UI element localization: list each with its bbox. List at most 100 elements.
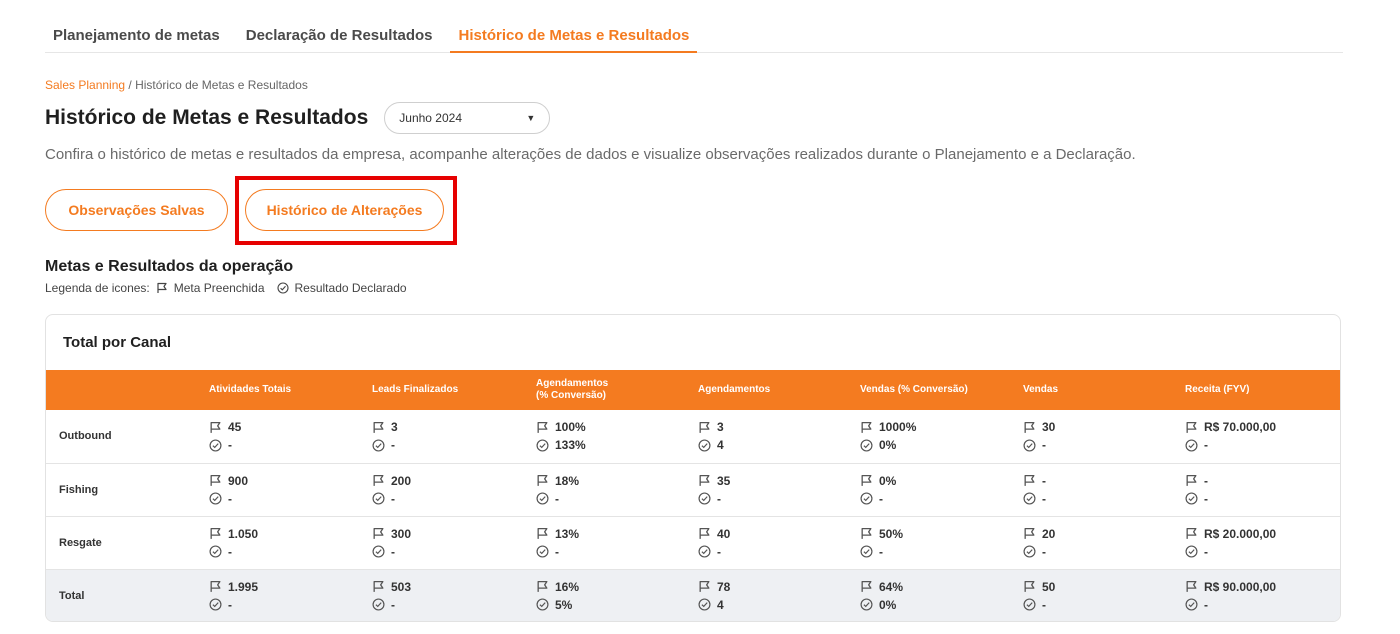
tab-declaracao[interactable]: Declaração de Resultados	[238, 26, 441, 53]
resultado-value: -	[879, 544, 883, 559]
meta-line: 30	[1023, 418, 1171, 436]
column-header: Atividades Totais	[209, 384, 292, 395]
table-cell: 200 -	[358, 463, 522, 516]
resultado-value: -	[1042, 491, 1046, 506]
meta-line: 503	[372, 578, 522, 596]
legend-meta: Meta Preenchida	[173, 281, 265, 295]
resultado-line: 5%	[536, 596, 684, 614]
table-cell: 35 -	[684, 463, 846, 516]
meta-line: 16%	[536, 578, 684, 596]
table-cell: 0% -	[846, 463, 1009, 516]
meta-value: 1.050	[228, 526, 259, 541]
check-circle-icon	[1023, 545, 1036, 558]
flag-icon	[699, 527, 710, 539]
meta-line: 200	[372, 472, 522, 490]
meta-line: 40	[698, 525, 846, 543]
table-cell: 16% 5%	[522, 569, 684, 621]
flag-icon	[861, 474, 872, 486]
table-cell: 50 -	[1009, 569, 1171, 621]
table-cell: 78 4	[684, 569, 846, 621]
resultado-value: -	[717, 544, 721, 559]
flag-icon	[210, 474, 221, 486]
historico-alteracoes-button[interactable]: Histórico de Alterações	[245, 189, 444, 231]
check-circle-icon	[372, 492, 385, 505]
check-circle-icon	[209, 492, 222, 505]
resultado-value: -	[228, 438, 232, 453]
meta-line: 1000%	[860, 418, 1009, 436]
check-circle-icon	[276, 282, 289, 294]
meta-value: 20	[1042, 526, 1056, 541]
check-circle-icon	[536, 492, 549, 505]
flag-icon	[157, 282, 167, 293]
table-cell: 40 -	[684, 516, 846, 569]
meta-value: -	[1042, 473, 1046, 488]
column-header: Vendas (% Conversão)	[860, 384, 968, 395]
meta-value: R$ 20.000,00	[1204, 526, 1277, 541]
resultado-line: -	[698, 543, 846, 561]
row-label: Outbound	[59, 430, 112, 443]
check-circle-icon	[1185, 492, 1198, 505]
resultado-line: 4	[698, 436, 846, 454]
resultado-line: 133%	[536, 436, 684, 454]
check-circle-icon	[209, 545, 222, 558]
resultado-value: -	[1204, 491, 1208, 506]
resultado-line: -	[536, 490, 684, 508]
column-header: Receita (FYV)	[1185, 384, 1250, 395]
flag-icon	[373, 527, 384, 539]
resultado-line: -	[209, 490, 358, 508]
observacoes-salvas-button[interactable]: Observações Salvas	[45, 189, 228, 231]
flag-icon	[1186, 421, 1197, 433]
table-row: Fishing 900-200-18% -35-0% - - - - -	[46, 463, 1340, 516]
flag-icon	[210, 527, 221, 539]
meta-line: 20	[1023, 525, 1171, 543]
flag-icon	[1186, 527, 1197, 539]
resultado-line: -	[536, 543, 684, 561]
resultado-line: -	[1185, 596, 1340, 614]
flag-icon	[210, 581, 221, 593]
table-cell: 1.995 -	[195, 569, 358, 621]
meta-value: 900	[228, 473, 249, 488]
meta-value: 3	[717, 420, 724, 435]
table-cell: 300 -	[358, 516, 522, 569]
row-label: Resgate	[59, 536, 102, 549]
flag-icon	[861, 421, 872, 433]
meta-value: 50%	[879, 526, 904, 541]
table-cell: --	[1171, 463, 1340, 516]
resultado-value: 0%	[879, 597, 897, 612]
tab-bar: Planejamento de metas Declaração de Resu…	[45, 26, 1343, 53]
flag-icon	[1024, 527, 1035, 539]
month-select[interactable]: Junho 2024 ▼	[384, 102, 551, 134]
resultado-line: -	[209, 543, 358, 561]
check-circle-icon	[860, 598, 873, 611]
table-cell: --	[1009, 463, 1171, 516]
resultado-value: -	[1042, 438, 1046, 453]
tab-planejamento[interactable]: Planejamento de metas	[45, 26, 228, 53]
resultado-line: -	[372, 543, 522, 561]
check-circle-icon	[698, 598, 711, 611]
flag-icon	[537, 581, 548, 593]
check-circle-icon	[1185, 545, 1198, 558]
resultado-value: -	[879, 491, 883, 506]
meta-value: 503	[391, 579, 412, 594]
meta-value: 45	[228, 420, 242, 435]
table-cell: 1000% 0%	[846, 410, 1009, 463]
page-description: Confira o histórico de metas e resultado…	[45, 146, 1136, 163]
canal-table: Atividades Totais Leads Finalizados Agenda…	[46, 370, 1340, 621]
breadcrumb-root-link[interactable]: Sales Planning	[45, 78, 125, 92]
resultado-line: -	[209, 436, 358, 454]
resultado-line: -	[698, 490, 846, 508]
resultado-value: -	[391, 544, 395, 559]
flag-icon	[373, 474, 384, 486]
flag-icon	[1024, 421, 1035, 433]
meta-value: 50	[1042, 579, 1056, 594]
check-circle-icon	[209, 598, 222, 611]
resultado-value: -	[1204, 597, 1208, 612]
resultado-value: -	[1204, 438, 1208, 453]
tab-historico[interactable]: Histórico de Metas e Resultados	[450, 26, 698, 53]
row-label: Fishing	[59, 483, 99, 496]
resultado-line: -	[860, 543, 1009, 561]
breadcrumb-separator: /	[125, 78, 136, 92]
resultado-value: 133%	[555, 438, 586, 453]
action-buttons: Observações Salvas Histórico de Alteraçõ…	[45, 189, 444, 231]
resultado-value: -	[555, 491, 559, 506]
